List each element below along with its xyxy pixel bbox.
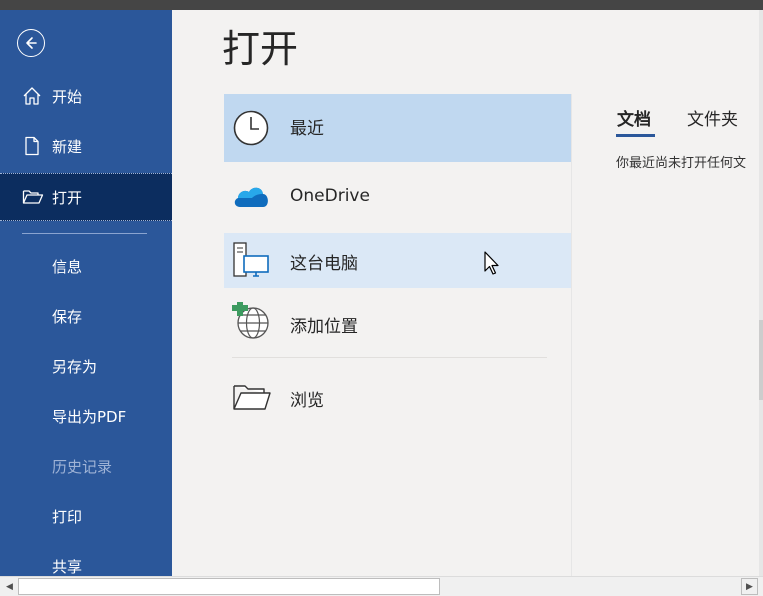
sidebar-item-label: 另存为 xyxy=(52,358,98,376)
sidebar-item-open[interactable]: 打开 xyxy=(0,173,172,221)
add-place-globe-icon xyxy=(232,300,270,345)
backstage-sidebar: 开始 新建 打开 信息 保存 另存为 导出为PDF 历史记录 打印 共享 xyxy=(0,10,172,576)
location-label: 添加位置 xyxy=(290,317,358,337)
open-pane: 打开 最近 OneDrive 这台电脑 添加位置 浏览 文档 文件夹 你最近尚未… xyxy=(172,10,763,576)
sidebar-item-home[interactable]: 开始 xyxy=(0,73,172,121)
sidebar-item-save[interactable]: 保存 xyxy=(0,293,172,341)
sidebar-item-label: 信息 xyxy=(52,258,83,276)
tab-documents[interactable]: 文档 xyxy=(617,105,651,130)
location-recent[interactable]: 最近 xyxy=(224,94,571,162)
sidebar-item-label: 新建 xyxy=(52,138,83,156)
sidebar-item-share[interactable]: 共享 xyxy=(0,543,172,576)
tab-folders[interactable]: 文件夹 xyxy=(687,105,738,130)
vertical-scrollbar[interactable] xyxy=(759,10,763,576)
clock-icon xyxy=(232,109,270,152)
location-onedrive[interactable]: OneDrive xyxy=(224,166,571,226)
location-this-pc[interactable]: 这台电脑 xyxy=(224,233,571,288)
back-arrow-icon[interactable] xyxy=(17,29,45,57)
sidebar-item-history: 历史记录 xyxy=(0,443,172,491)
scroll-left-arrow-icon[interactable]: ◀ xyxy=(1,578,18,595)
pane-separator xyxy=(571,94,572,576)
onedrive-cloud-icon xyxy=(232,182,270,215)
sidebar-item-label: 打开 xyxy=(52,189,83,207)
sidebar-item-save-as[interactable]: 另存为 xyxy=(0,343,172,391)
location-list: 最近 OneDrive 这台电脑 添加位置 浏览 xyxy=(224,94,571,576)
sidebar-item-label: 打印 xyxy=(52,508,83,526)
location-label: 浏览 xyxy=(290,391,324,411)
sidebar-item-new[interactable]: 新建 xyxy=(0,123,172,171)
sidebar-divider xyxy=(22,233,147,234)
new-document-icon xyxy=(22,136,44,158)
home-icon xyxy=(22,86,44,108)
sidebar-item-export-pdf[interactable]: 导出为PDF xyxy=(0,393,172,441)
title-bar-strip xyxy=(0,0,763,10)
sidebar-item-print[interactable]: 打印 xyxy=(0,493,172,541)
sidebar-item-label: 保存 xyxy=(52,308,83,326)
location-label: 最近 xyxy=(290,119,324,139)
location-label: 这台电脑 xyxy=(290,254,358,274)
horizontal-scrollbar[interactable]: ◀ ▶ xyxy=(0,576,763,596)
sidebar-item-info[interactable]: 信息 xyxy=(0,243,172,291)
page-title: 打开 xyxy=(222,27,299,71)
location-divider xyxy=(232,357,547,358)
horizontal-scrollbar-thumb[interactable] xyxy=(18,578,440,595)
location-label: OneDrive xyxy=(290,186,370,206)
empty-recent-message: 你最近尚未打开任何文 xyxy=(616,156,747,171)
sidebar-item-label: 共享 xyxy=(52,558,83,576)
mouse-pointer-icon xyxy=(484,251,502,277)
word-backstage-window: 开始 新建 打开 信息 保存 另存为 导出为PDF 历史记录 打印 共享 打开 … xyxy=(0,0,763,596)
location-browse[interactable]: 浏览 xyxy=(224,367,571,427)
active-tab-indicator xyxy=(616,134,655,137)
browse-folder-icon xyxy=(232,381,272,418)
sidebar-item-label: 开始 xyxy=(52,88,83,106)
vertical-scrollbar-thumb[interactable] xyxy=(759,320,763,400)
scroll-right-arrow-icon[interactable]: ▶ xyxy=(741,578,758,595)
this-pc-icon xyxy=(232,242,270,283)
sidebar-item-label: 历史记录 xyxy=(52,458,113,476)
open-folder-icon xyxy=(22,187,44,209)
location-add-place[interactable]: 添加位置 xyxy=(224,292,571,352)
sidebar-item-label: 导出为PDF xyxy=(52,408,127,426)
